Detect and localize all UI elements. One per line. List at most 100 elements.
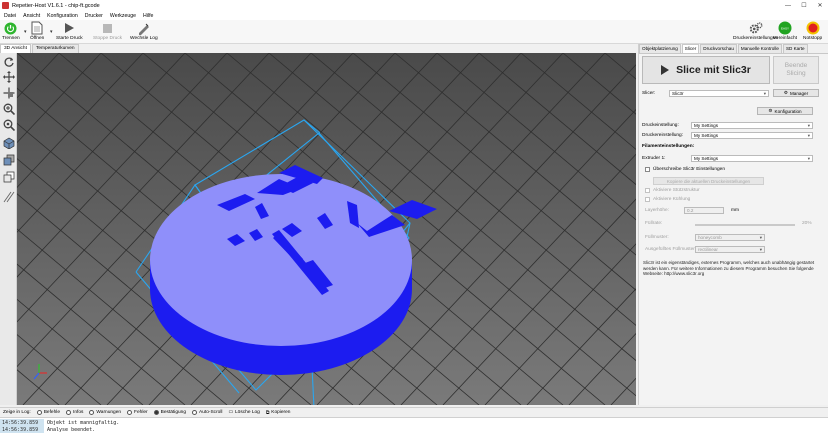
radio-icon: [192, 410, 197, 415]
toggle-log-button[interactable]: Wechsle Log: [130, 21, 158, 41]
infill-density-label: Füllrate:: [645, 221, 663, 226]
zoom-fit-icon[interactable]: [2, 118, 15, 131]
front-view-icon[interactable]: [2, 153, 15, 166]
extruder-label: Extruder 1:: [642, 156, 666, 161]
chevron-down-icon: ▾: [759, 247, 762, 252]
rotate-icon[interactable]: [2, 55, 15, 68]
clear-icon: ▭: [228, 410, 234, 415]
emergency-stop-button[interactable]: Notstopp: [803, 21, 822, 41]
menu-config[interactable]: Konfiguration: [47, 13, 78, 19]
radio-icon: [127, 410, 133, 415]
printer-settings-button[interactable]: Druckereinstellungen: [733, 21, 778, 41]
chevron-down-icon: ▾: [807, 133, 810, 138]
slicer-label: Slicer:: [642, 91, 656, 96]
start-print-button[interactable]: Starte Druck: [56, 21, 83, 41]
menu-view[interactable]: Ansicht: [23, 13, 40, 19]
slicer-panel: Slice mit Slic3r Beende Slicing Slicer: S…: [639, 53, 828, 405]
infill-pattern-select[interactable]: honeycomb ▾: [695, 234, 765, 241]
easy-mode-button[interactable]: EASY Vereinfacht: [773, 21, 797, 41]
top-view-icon[interactable]: [2, 170, 15, 183]
minimize-icon[interactable]: —: [780, 0, 796, 11]
filament-settings-header: Filamenteinstellungen:: [642, 144, 695, 149]
isometric-view-icon[interactable]: [2, 136, 15, 149]
zoom-in-icon[interactable]: [2, 102, 15, 115]
layer-height-input[interactable]: 0.2: [684, 207, 724, 214]
svg-text:EASY: EASY: [781, 26, 789, 30]
kill-slicing-button[interactable]: Beende Slicing: [773, 56, 819, 84]
printer-settings-select[interactable]: My Settings ▾: [691, 132, 813, 139]
maximize-icon[interactable]: ☐: [796, 0, 812, 11]
slicer-info-text: Slic3r ist ein eigenständiges, externes …: [643, 260, 815, 276]
configuration-button[interactable]: ⚙ Konfiguration: [757, 107, 813, 115]
tab-3d-view[interactable]: 3D Ansicht: [0, 44, 31, 53]
radio-icon: [153, 410, 159, 415]
log-line: 14:56:39.859 Objekt ist mannigfaltig.: [0, 419, 119, 426]
checkbox-icon: [645, 188, 650, 193]
tab-print-preview[interactable]: Druckvorschau: [700, 44, 737, 53]
view-toolbar: [0, 53, 17, 405]
slicer-select[interactable]: Slic3r ▾: [669, 90, 769, 97]
log-filter-errors[interactable]: Fehler: [127, 410, 148, 415]
chevron-down-icon[interactable]: ▾: [50, 29, 53, 35]
tab-manual-control[interactable]: Manuelle Kontrolle: [737, 44, 782, 53]
menu-printer[interactable]: Drucker: [85, 13, 103, 19]
log-filter-commands[interactable]: Befehle: [36, 410, 60, 415]
view-tabs: 3D Ansicht Temperaturkurven: [0, 44, 80, 53]
infill-pattern-label: Füllmuster:: [645, 235, 669, 240]
print-settings-select[interactable]: My Settings ▾: [691, 122, 813, 129]
log-timestamp: 14:56:39.859: [0, 419, 44, 426]
chevron-down-icon: ▾: [759, 235, 762, 240]
menu-tools[interactable]: Werkzeuge: [110, 13, 136, 19]
layer-height-unit: mm: [731, 208, 739, 213]
chevron-down-icon[interactable]: ▾: [24, 29, 27, 35]
move-object-icon[interactable]: [2, 86, 15, 99]
wireframe-icon[interactable]: [2, 190, 15, 203]
copy-print-settings-button[interactable]: Kopiere die aktuellen Druckeinstellungen: [653, 177, 764, 185]
auto-scroll-toggle[interactable]: Auto-Scroll: [192, 410, 222, 415]
move-icon[interactable]: [2, 70, 15, 83]
log-filter-infos[interactable]: Infos: [66, 410, 83, 415]
emergency-stop-icon: [806, 21, 820, 35]
radio-icon: [66, 410, 72, 415]
infill-density-slider[interactable]: [695, 224, 795, 226]
open-button[interactable]: Öffnen: [30, 21, 44, 41]
app-icon: [2, 2, 9, 9]
tab-object-placement[interactable]: Objektplatzierung: [639, 44, 681, 53]
gear-icon: ⚙: [768, 108, 773, 113]
window-controls: — ☐ ✕: [780, 0, 828, 11]
tab-sd-card[interactable]: SD Karte: [782, 44, 808, 53]
gear-icon: [749, 21, 763, 35]
toolbar: Trennen ▾ Öffnen ▾ Starte Druck Stoppe D…: [0, 20, 828, 44]
extruder-select[interactable]: My Settings ▾: [691, 155, 813, 162]
cooling-checkbox[interactable]: Aktiviere Kühlung: [645, 197, 690, 202]
log-filter-acks[interactable]: Bestätigung: [153, 410, 186, 415]
solid-infill-select[interactable]: rectilinear ▾: [695, 246, 765, 253]
right-panel: Objektplatzierung Slicer Druckvorschau M…: [638, 44, 828, 405]
slice-button[interactable]: Slice mit Slic3r: [642, 56, 770, 84]
checkbox-icon: [645, 197, 650, 202]
gear-icon: ⚙: [783, 90, 788, 95]
log-line: 14:56:39.859 Analyse beendet.: [0, 426, 95, 433]
copy-log-button[interactable]: ⧉ Kopieren: [266, 410, 291, 416]
layer-height-label: Layerhöhe:: [645, 208, 670, 213]
3d-viewport[interactable]: [17, 53, 636, 405]
override-checkbox[interactable]: Überschreibe Slic3r Einstellungen: [645, 167, 725, 172]
stop-print-button[interactable]: Stoppe Druck: [93, 21, 122, 41]
infill-density-value: 20%: [802, 221, 812, 226]
stop-icon: [101, 21, 115, 35]
support-checkbox[interactable]: Aktiviere Stützstruktur: [645, 188, 700, 193]
log-timestamp: 14:56:39.859: [0, 426, 44, 433]
menu-file[interactable]: Datei: [4, 13, 16, 19]
log-filter-warnings[interactable]: Warnungen: [89, 410, 121, 415]
clear-log-button[interactable]: ▭ Lösche Log: [228, 410, 259, 415]
tab-slicer[interactable]: Slicer: [681, 44, 700, 53]
close-icon[interactable]: ✕: [812, 0, 828, 11]
menu-help[interactable]: Hilfe: [143, 13, 153, 19]
disconnect-button[interactable]: Trennen: [2, 21, 20, 41]
log-area[interactable]: 14:56:39.859 Objekt ist mannigfaltig. 14…: [0, 417, 828, 438]
menu-bar: Datei Ansicht Konfiguration Drucker Werk…: [0, 11, 828, 20]
log-icon: [137, 21, 151, 35]
manager-button[interactable]: ⚙ Manager: [773, 89, 819, 97]
tab-temperature-curves[interactable]: Temperaturkurven: [31, 44, 79, 53]
chevron-down-icon: ▾: [763, 91, 766, 96]
